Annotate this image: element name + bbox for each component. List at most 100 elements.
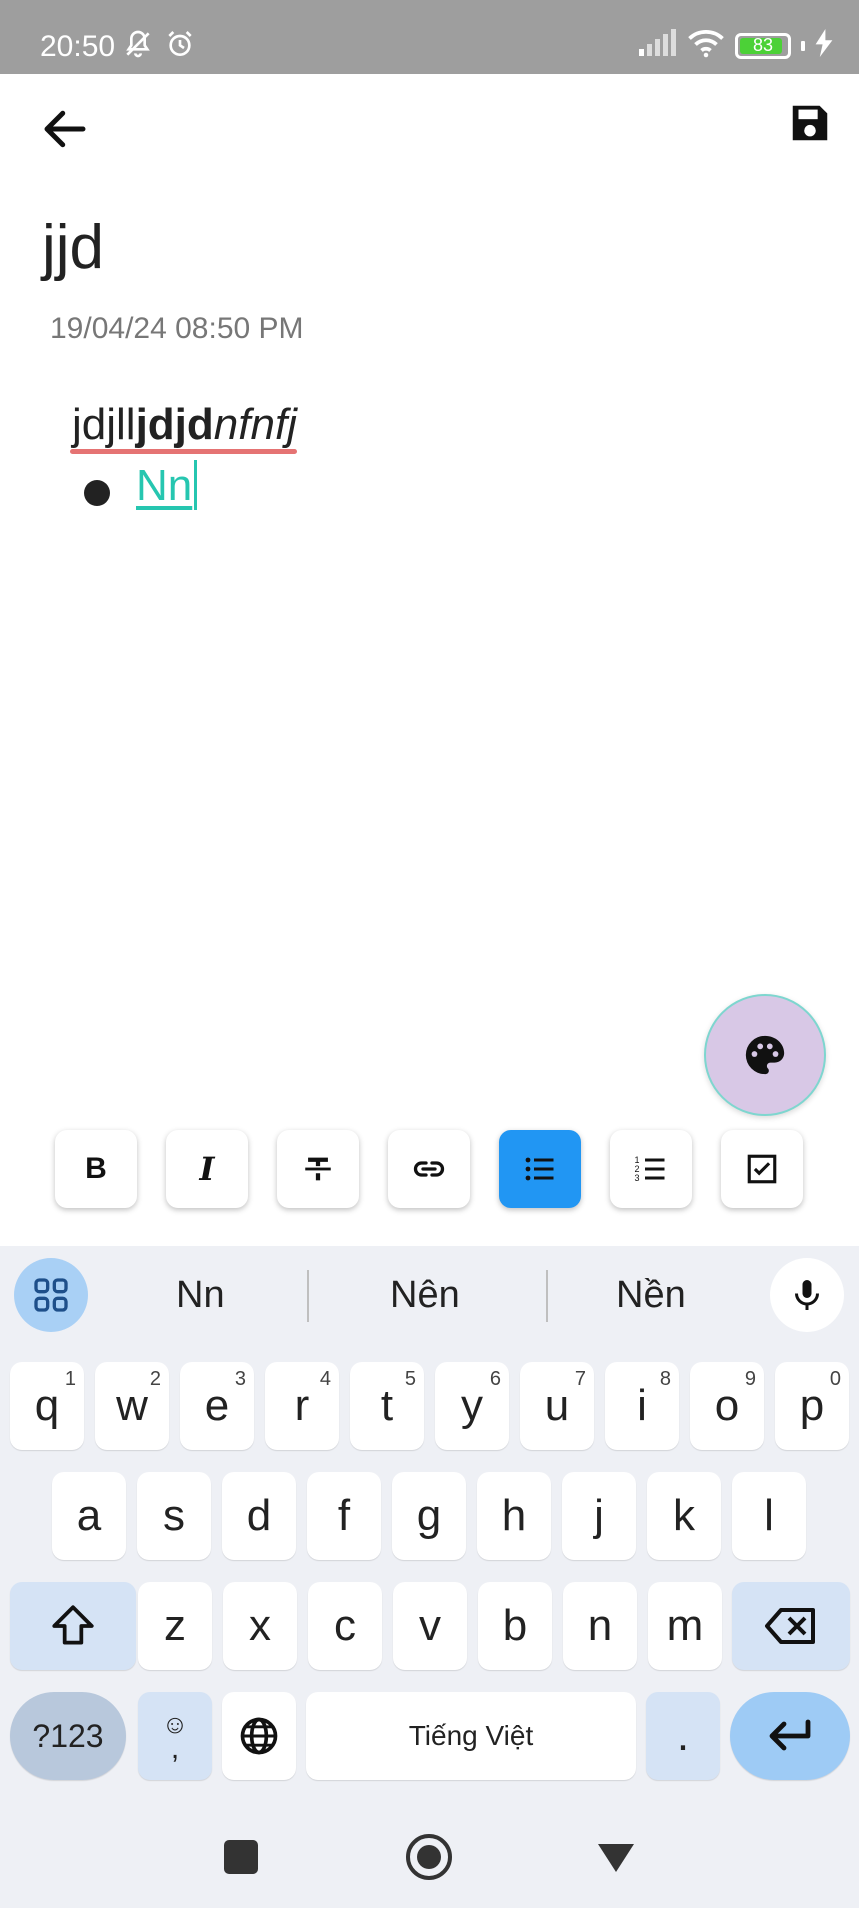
key-t[interactable]: t5 (350, 1362, 424, 1450)
period-key[interactable]: . (646, 1692, 720, 1780)
battery-tip (801, 40, 805, 51)
numbered-list-icon: 123 (635, 1155, 665, 1183)
key-j[interactable]: j (562, 1472, 636, 1560)
bold-button[interactable]: B (55, 1130, 137, 1208)
suggestion-2[interactable]: Nên (390, 1274, 460, 1317)
key-c[interactable]: c (308, 1582, 382, 1670)
checklist-button[interactable] (721, 1130, 803, 1208)
italic-icon: I (199, 1150, 215, 1188)
shift-key[interactable] (10, 1582, 136, 1670)
circle-icon (417, 1845, 441, 1869)
key-b[interactable]: b (478, 1582, 552, 1670)
key-number-hint: 8 (659, 1368, 671, 1390)
key-e[interactable]: e3 (180, 1362, 254, 1450)
key-label: p (799, 1381, 825, 1430)
back-nav-button[interactable] (596, 1842, 636, 1874)
editor-line[interactable]: jdjlljdjdnfnfj (70, 400, 297, 454)
key-number-hint: 0 (829, 1368, 841, 1390)
key-number-hint: 5 (404, 1368, 416, 1390)
format-toolbar: B I 123 (55, 1130, 803, 1210)
link-button[interactable] (388, 1130, 470, 1208)
apps-grid-button[interactable] (14, 1258, 88, 1332)
enter-key[interactable] (730, 1692, 850, 1780)
key-label: e (204, 1381, 230, 1430)
symbols-key[interactable]: ?123 (10, 1692, 126, 1780)
bold-text: jdjd (135, 400, 214, 449)
bullet-item-text: Nn (136, 461, 193, 510)
key-number-hint: 1 (64, 1368, 76, 1390)
back-button[interactable] (38, 102, 92, 156)
voice-input-button[interactable] (770, 1258, 844, 1332)
key-l[interactable]: l (732, 1472, 806, 1560)
backspace-icon (765, 1608, 815, 1644)
key-h[interactable]: h (477, 1472, 551, 1560)
space-key[interactable]: Tiếng Việt (306, 1692, 636, 1780)
key-w[interactable]: w2 (95, 1362, 169, 1450)
key-o[interactable]: o9 (690, 1362, 764, 1450)
suggestion-bar: Nn Nên Nền (0, 1246, 859, 1346)
key-d[interactable]: d (222, 1472, 296, 1560)
strikethrough-button[interactable] (277, 1130, 359, 1208)
key-r[interactable]: r4 (265, 1362, 339, 1450)
numbered-list-button[interactable]: 123 (610, 1130, 692, 1208)
key-k[interactable]: k (647, 1472, 721, 1560)
key-a[interactable]: a (52, 1472, 126, 1560)
note-editor[interactable]: jdjlljdjdnfnfj Nn (70, 400, 297, 516)
key-n[interactable]: n (563, 1582, 637, 1670)
key-label: t (380, 1381, 394, 1430)
key-label: q (34, 1381, 60, 1430)
status-bar: 20:50 83 (0, 0, 859, 74)
italic-button[interactable]: I (166, 1130, 248, 1208)
key-y[interactable]: y6 (435, 1362, 509, 1450)
suggestion-3[interactable]: Nền (616, 1274, 686, 1317)
color-palette-button[interactable] (704, 994, 826, 1116)
key-v[interactable]: v (393, 1582, 467, 1670)
key-u[interactable]: u7 (520, 1362, 594, 1450)
soft-keyboard: Nn Nên Nền q1w2e3r4t5y6u7i8o9p0 asdfghjk… (0, 1246, 859, 1908)
backspace-key[interactable] (732, 1582, 850, 1670)
key-x[interactable]: x (223, 1582, 297, 1670)
signal-icon (637, 29, 677, 62)
system-nav-bar (0, 1810, 859, 1908)
key-z[interactable]: z (138, 1582, 212, 1670)
suggestion-divider (307, 1270, 309, 1322)
key-q[interactable]: q1 (10, 1362, 84, 1450)
shift-arrow-icon (52, 1605, 94, 1645)
save-button[interactable] (787, 100, 833, 146)
bold-icon: B (85, 1152, 107, 1185)
globe-icon (240, 1717, 278, 1755)
alarm-icon (164, 28, 196, 65)
status-time: 20:50 (40, 30, 116, 63)
home-button[interactable] (406, 1834, 452, 1880)
bullet-dot (84, 480, 110, 506)
palette-icon (745, 1035, 785, 1075)
triangle-back-icon (598, 1844, 634, 1872)
bulleted-list-button[interactable] (499, 1130, 581, 1208)
battery-level: 83 (752, 34, 774, 55)
key-number-hint: 3 (234, 1368, 246, 1390)
key-label: u (544, 1381, 570, 1430)
key-g[interactable]: g (392, 1472, 466, 1560)
battery-icon: 83 (735, 32, 791, 59)
key-f[interactable]: f (307, 1472, 381, 1560)
key-m[interactable]: m (648, 1582, 722, 1670)
checkbox-icon (747, 1154, 777, 1184)
key-label: w (116, 1381, 148, 1430)
emoji-comma-key[interactable]: ☺ , (138, 1692, 212, 1780)
grid-icon (34, 1278, 68, 1312)
key-p[interactable]: p0 (775, 1362, 849, 1450)
key-label: o (714, 1381, 740, 1430)
language-key[interactable] (222, 1692, 296, 1780)
svg-text:3: 3 (635, 1173, 640, 1183)
spellcheck-underline (70, 449, 297, 454)
recents-button[interactable] (224, 1840, 258, 1874)
bullet-list-item[interactable]: Nn (72, 460, 297, 516)
mute-bell-icon (122, 28, 154, 65)
floppy-save-icon (792, 105, 828, 141)
key-i[interactable]: i8 (605, 1362, 679, 1450)
suggestion-1[interactable]: Nn (176, 1274, 225, 1317)
note-title[interactable]: jjd (42, 212, 104, 283)
strikethrough-icon (305, 1157, 331, 1181)
key-s[interactable]: s (137, 1472, 211, 1560)
suggestion-divider (546, 1270, 548, 1322)
